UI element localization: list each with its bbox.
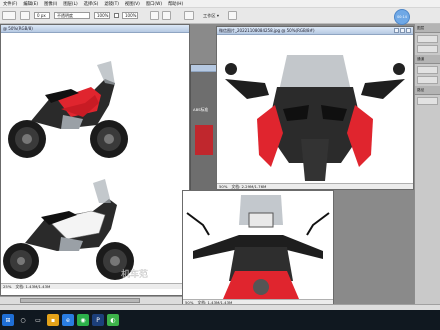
menu-window[interactable]: 窗口(W) [143, 1, 165, 7]
search-icon[interactable]: ○ [17, 314, 29, 326]
document-titlebar[interactable]: @ 50%(RGB/8) [1, 25, 189, 33]
document-size: 文档: 1.43M/1.43M [15, 283, 51, 289]
menu-layer[interactable]: 图层(L) [60, 1, 80, 7]
mode-select[interactable]: 不透明度 [54, 12, 90, 19]
photoshop-icon[interactable]: P [92, 314, 104, 326]
tab-channels[interactable]: 通道 [415, 55, 440, 64]
white-motorcycle-image [3, 179, 134, 280]
document-window-left[interactable]: @ 50%(RGB/8) 机车范 25% 文档: 1.43M/1.43M [0, 24, 190, 296]
document-title: @ 50%(RGB/8) [3, 26, 33, 31]
menu-bar: 文件(F) 编辑(E) 图像(I) 图层(L) 选择(S) 滤镜(T) 视图(V… [0, 0, 440, 8]
zoom-level[interactable]: 25% [3, 284, 11, 289]
recording-bubble: 00:14 [394, 9, 410, 25]
menu-help[interactable]: 帮助(H) [165, 1, 186, 7]
bridge-button[interactable] [184, 11, 194, 20]
wechat-icon[interactable]: ◉ [77, 314, 89, 326]
arrange-button[interactable] [228, 11, 237, 20]
document-statusbar: 25% 文档: 1.43M/1.43M [1, 283, 189, 289]
chat-icon[interactable]: ◐ [107, 314, 119, 326]
path-row[interactable] [417, 97, 438, 105]
background-titlebar[interactable] [191, 65, 217, 72]
red-motorcycle-image [8, 61, 128, 158]
feather-input[interactable]: 0 px [34, 12, 50, 19]
layer-row[interactable] [417, 35, 438, 43]
tablet-pressure-button[interactable] [150, 11, 159, 20]
options-bar: 0 px 不透明度 100% 100% 工作区 ▾ [0, 8, 440, 24]
maximize-icon[interactable] [400, 28, 405, 33]
tool-preset-button[interactable] [2, 11, 16, 20]
horizontal-scrollbar[interactable] [0, 296, 182, 304]
tab-layers[interactable]: 图层 [415, 24, 440, 33]
document-window-background[interactable]: ABS标准 [190, 64, 218, 194]
tab-paths[interactable]: 路径 [415, 86, 440, 95]
layer-row[interactable] [417, 45, 438, 53]
start-icon[interactable]: ⊞ [2, 314, 14, 326]
taskview-icon[interactable]: ▭ [32, 314, 44, 326]
brush-picker-button[interactable] [20, 11, 30, 20]
menu-filter[interactable]: 滤镜(T) [101, 1, 122, 7]
main-title: 微信图片_20221108084258.jpg @ 50%(RGB/8#) [219, 27, 315, 33]
scrollbar-thumb[interactable] [20, 298, 140, 303]
menu-edit[interactable]: 编辑(E) [20, 1, 41, 7]
menu-view[interactable]: 视图(V) [122, 1, 143, 7]
layers-panel: 图层 通道 路径 [414, 24, 440, 306]
recording-time: 00:14 [397, 15, 407, 19]
menu-file[interactable]: 文件(F) [0, 1, 20, 7]
motorcycle-front-image [217, 35, 413, 183]
workspace-label[interactable]: 工作区 ▾ [203, 12, 219, 19]
windows-taskbar: ⊞ ○ ▭ ▪ e ◉ P ◐ [0, 310, 440, 330]
document-window-bottom[interactable]: 50% 文档: 1.43M/1.43M [182, 190, 334, 306]
browser-icon[interactable]: e [62, 314, 74, 326]
motorcycle-cockpit-image [183, 191, 333, 299]
opacity-input[interactable]: 100% [94, 12, 110, 19]
side-strip-text: ABS标准 [193, 107, 209, 112]
minimize-icon[interactable] [394, 28, 399, 33]
menu-image[interactable]: 图像(I) [41, 1, 60, 7]
main-document-size: 文档: 2.29M/1.76M [231, 183, 267, 189]
menu-select[interactable]: 选择(S) [81, 1, 102, 7]
main-zoom-level[interactable]: 50% [219, 184, 227, 189]
main-titlebar[interactable]: 微信图片_20221108084258.jpg @ 50%(RGB/8#) [217, 27, 413, 35]
watermark-text: 机车范 [121, 268, 148, 280]
airbrush-checkbox[interactable] [114, 13, 119, 18]
channel-row[interactable] [417, 66, 438, 74]
motorcycle-images: 机车范 [3, 61, 148, 280]
main-statusbar: 50% 文档: 2.29M/1.76M [217, 183, 413, 189]
clone-source-button[interactable] [162, 11, 171, 20]
flow-input[interactable]: 100% [122, 12, 138, 19]
explorer-icon[interactable]: ▪ [47, 314, 59, 326]
red-fairing-thumb [195, 125, 213, 155]
document-window-main[interactable]: 微信图片_20221108084258.jpg @ 50%(RGB/8#) C:… [216, 26, 414, 190]
channel-row[interactable] [417, 76, 438, 84]
close-icon[interactable] [406, 28, 411, 33]
